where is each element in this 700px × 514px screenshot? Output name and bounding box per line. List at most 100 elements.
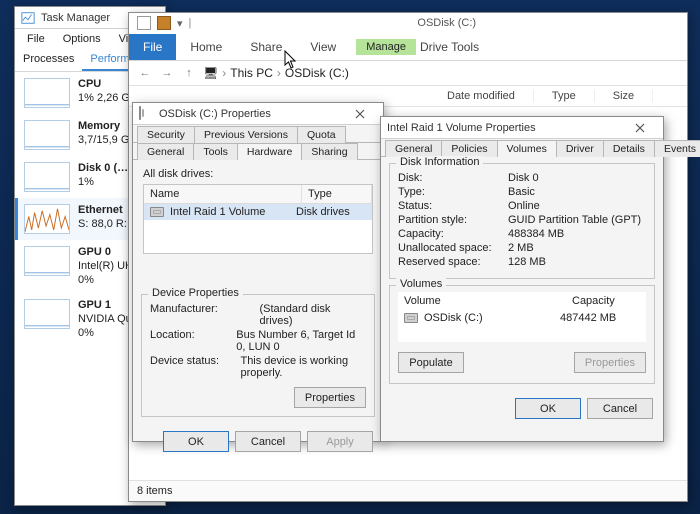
tab-hardware[interactable]: Hardware [237,143,303,160]
col-capacity[interactable]: Capacity [566,292,646,310]
p1-dialog-buttons: OK Cancel Apply [133,423,383,462]
ok-button[interactable]: OK [163,431,229,452]
explorer-statusbar: 8 items [129,480,687,501]
tab-tools[interactable]: Tools [193,143,238,160]
prop-key: Disk: [398,172,508,184]
ribbon-manage[interactable]: Manage [356,39,416,55]
list-item[interactable]: Intel Raid 1 Volume Disk drives [144,204,372,220]
disk-info-label: Disk Information [396,156,483,168]
sparkline [24,78,70,108]
folder-icon [157,16,171,30]
osdisk-properties-dialog[interactable]: OSDisk (C:) Properties Security Previous… [132,102,384,442]
explorer-nav[interactable]: ← → ↑ 🖥 › This PC › OSDisk (C:) [129,61,687,86]
prop-key: Reserved space: [398,256,508,268]
drive-name: Intel Raid 1 Volume [170,206,296,218]
prop-value: Online [508,200,540,212]
cancel-button[interactable]: Cancel [235,431,301,452]
p2-tabs[interactable]: General Policies Volumes Driver Details … [381,139,663,157]
p1-tabs-row2[interactable]: General Tools Hardware Sharing [133,142,383,160]
metric-value: 1% [78,176,94,188]
list-item[interactable]: OSDisk (C:) 487442 MB [398,310,646,326]
tab-previous-versions[interactable]: Previous Versions [194,126,298,143]
close-icon[interactable] [343,104,377,124]
all-drives-label: All disk drives: [143,168,373,180]
prop-value: 2 MB [508,242,534,254]
explorer-ribbon[interactable]: File Home Share View Manage Drive Tools [129,33,687,61]
p1-titlebar[interactable]: OSDisk (C:) Properties [133,103,383,125]
col-type[interactable]: Type [534,90,595,102]
col-volume[interactable]: Volume [398,292,566,310]
tm-menu-file[interactable]: File [19,31,53,47]
prop-value: 128 MB [508,256,546,268]
tab-driver[interactable]: Driver [556,140,604,157]
tab-sharing[interactable]: Sharing [301,143,357,160]
breadcrumb[interactable]: 🖥 › This PC › OSDisk (C:) [203,66,349,80]
tab-events[interactable]: Events [654,140,700,157]
p1-tabs-row1[interactable]: Security Previous Versions Quota [133,125,383,143]
tab-general[interactable]: General [137,143,194,160]
prop-key: Type: [398,186,508,198]
prop-value: (Standard disk drives) [260,303,367,327]
prop-key: Device status: [150,355,240,379]
close-icon[interactable] [623,118,657,138]
prop-key: Status: [398,200,508,212]
ribbon-file[interactable]: File [129,34,176,60]
cancel-button[interactable]: Cancel [587,398,653,419]
nav-back-icon[interactable]: ← [137,65,153,81]
p2-titlebar[interactable]: Intel Raid 1 Volume Properties [381,117,663,139]
device-properties-button[interactable]: Properties [294,387,366,408]
volumes-list[interactable]: Volume Capacity OSDisk (C:) 487442 MB [398,292,646,342]
prop-key: Partition style: [398,214,508,226]
device-properties-label: Device Properties [148,287,243,299]
explorer-qat[interactable]: ▾ | OSDisk (C:) [129,13,687,33]
prop-value: GUID Partition Table (GPT) [508,214,641,226]
p2-dialog-buttons: OK Cancel [381,390,663,429]
pc-icon: 🖥 [203,66,218,80]
tm-menu-options[interactable]: Options [55,31,109,47]
ribbon-view[interactable]: View [296,34,350,60]
tab-details[interactable]: Details [603,140,655,157]
ribbon-home[interactable]: Home [176,34,236,60]
volume-properties-dialog[interactable]: Intel Raid 1 Volume Properties General P… [380,116,664,442]
tab-quota[interactable]: Quota [297,126,346,143]
col-size[interactable]: Size [595,90,653,102]
status-item-count: 8 items [137,485,172,497]
prop-key: Capacity: [398,228,508,240]
p1-title: OSDisk (C:) Properties [159,108,343,120]
populate-button[interactable]: Populate [398,352,464,373]
ribbon-context[interactable]: Manage [356,39,416,55]
volume-capacity: 487442 MB [560,312,640,324]
crumb-thispc[interactable]: This PC [230,66,273,80]
ok-button[interactable]: OK [515,398,581,419]
disk-icon [404,313,418,323]
col-type[interactable]: Type [302,185,372,203]
prop-key: Location: [150,329,236,353]
col-date[interactable]: Date modified [429,90,534,102]
tab-policies[interactable]: Policies [441,140,497,157]
nav-fwd-icon[interactable]: → [159,65,175,81]
tab-volumes[interactable]: Volumes [497,140,557,157]
tab-security[interactable]: Security [137,126,195,143]
drives-list[interactable]: Name Type Intel Raid 1 Volume Disk drive… [143,184,373,254]
col-name[interactable]: Name [144,185,302,203]
p2-title: Intel Raid 1 Volume Properties [387,122,623,134]
nav-up-icon[interactable]: ↑ [181,65,197,81]
prop-key: Unallocated space: [398,242,508,254]
sparkline [24,120,70,150]
tab-general[interactable]: General [385,140,442,157]
explorer-title: OSDisk (C:) [417,17,476,29]
ribbon-drive-tools[interactable]: Drive Tools [416,34,493,60]
tm-tab-processes[interactable]: Processes [15,49,82,71]
drive-icon [139,107,153,121]
sparkline [24,204,70,234]
prop-value: This device is working properly. [240,355,366,379]
qat-icon[interactable] [137,16,151,30]
sparkline [24,246,70,276]
prop-value: Basic [508,186,535,198]
task-manager-icon [21,11,35,25]
apply-button[interactable]: Apply [307,431,373,452]
prop-value: Disk 0 [508,172,539,184]
device-properties-group: Device Properties Manufacturer:(Standard… [141,294,375,417]
mouse-cursor [284,50,298,70]
vol-properties-button[interactable]: Properties [574,352,646,373]
